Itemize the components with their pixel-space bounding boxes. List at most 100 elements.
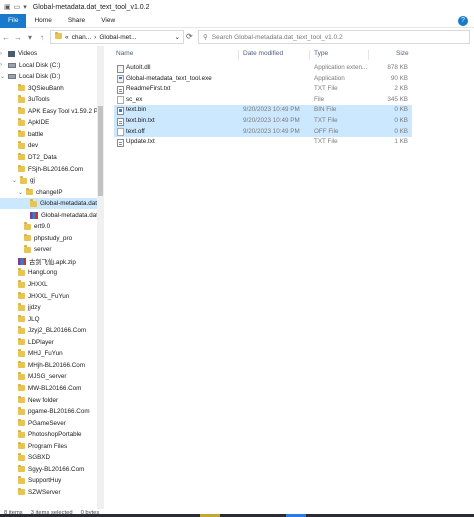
column-divider[interactable] bbox=[309, 50, 310, 60]
chevron-right-icon[interactable]: › bbox=[94, 34, 96, 41]
file-name: text.off bbox=[126, 127, 145, 135]
chevron-down-icon[interactable]: ▾ bbox=[23, 3, 27, 11]
nav-item[interactable]: Jzyj2_BL20166.Com bbox=[0, 325, 97, 336]
file-row[interactable]: text.bin.txt 9/20/2023 10:49 PM TXT File 0 … bbox=[114, 116, 412, 127]
back-icon[interactable]: ← bbox=[0, 33, 12, 42]
nav-item[interactable]: › Videos bbox=[0, 48, 97, 59]
nav-item-label: JHXXL bbox=[28, 281, 48, 288]
window-title: Global-metadata.dat_text_tool_v1.0.2 bbox=[32, 3, 150, 11]
tab-share[interactable]: Share bbox=[60, 14, 93, 28]
file-row[interactable]: AutoIt.dll Application exten... 878 KB bbox=[114, 63, 412, 74]
nav-item-label: MHjh-BL20166.Com bbox=[28, 361, 86, 369]
nav-item[interactable]: › Local Disk (C:) bbox=[0, 60, 97, 71]
nav-item[interactable]: ert9.0 bbox=[0, 221, 97, 232]
scrollbar-thumb[interactable] bbox=[98, 106, 103, 196]
nav-item[interactable]: ⌄ Local Disk (D:) bbox=[0, 71, 97, 82]
nav-item-label: Local Disk (D:) bbox=[19, 73, 61, 81]
file-size: 90 KB bbox=[390, 74, 408, 82]
nav-item[interactable]: APK Easy Tool v1.59.2 Por bbox=[0, 106, 104, 117]
nav-item[interactable]: JHXXL_FuYun bbox=[0, 291, 97, 302]
column-divider[interactable] bbox=[238, 50, 239, 60]
folder-icon bbox=[18, 441, 25, 450]
search-input[interactable]: ⚲ Search Global-metadata.dat_text_tool_v… bbox=[198, 30, 470, 44]
chevron-right-icon[interactable]: › bbox=[0, 51, 5, 57]
chevron-down-icon[interactable]: ⌄ bbox=[18, 189, 23, 196]
nav-item[interactable]: pgame-BL20166.Com bbox=[0, 406, 97, 417]
nav-item[interactable]: New folder bbox=[0, 395, 97, 406]
nav-item[interactable]: Program Files bbox=[0, 441, 97, 452]
file-row[interactable]: text.bin 9/20/2023 10:49 PM BIN File 0 KB bbox=[114, 105, 412, 116]
nav-item[interactable]: dev bbox=[0, 140, 97, 151]
address-field[interactable]: « chan... › Global-met... ⌄ bbox=[50, 30, 184, 44]
nav-item[interactable]: phpstudy_pro bbox=[0, 233, 97, 244]
breadcrumb-segment[interactable]: Global-met... bbox=[99, 34, 136, 41]
folder-icon bbox=[18, 464, 25, 473]
chevron-down-icon[interactable]: ⌄ bbox=[0, 73, 5, 80]
videos-icon bbox=[8, 50, 15, 57]
chevron-right-icon[interactable]: › bbox=[0, 62, 5, 68]
nav-item[interactable]: PGameSever bbox=[0, 418, 97, 429]
nav-item[interactable]: JHXXL bbox=[0, 279, 97, 290]
breadcrumb-overflow[interactable]: « bbox=[65, 34, 69, 41]
forward-icon[interactable]: → bbox=[12, 33, 24, 42]
nav-item[interactable]: 3QSieuBanh bbox=[0, 83, 97, 94]
column-header-size[interactable]: Size bbox=[396, 50, 409, 60]
file-row[interactable]: ReadmeFirst.txt TXT File 2 KB bbox=[114, 84, 412, 95]
nav-item-label: PGameSever bbox=[28, 419, 66, 427]
new-folder-icon[interactable]: ▭ bbox=[14, 3, 21, 11]
nav-item[interactable]: SupportHuy bbox=[0, 475, 97, 486]
nav-item[interactable]: ApkIDE bbox=[0, 117, 97, 128]
search-icon: ⚲ bbox=[203, 34, 208, 41]
nav-item[interactable]: Global-metadata.dat_t bbox=[0, 198, 102, 210]
chevron-down-icon[interactable]: ⌄ bbox=[12, 177, 17, 184]
tab-file[interactable]: File bbox=[0, 13, 27, 28]
properties-icon[interactable]: ▣ bbox=[4, 3, 11, 11]
nav-item[interactable]: SGBXD bbox=[0, 452, 97, 463]
disk-icon bbox=[8, 62, 16, 68]
nav-item[interactable]: PhotoshopPortable bbox=[0, 429, 97, 440]
nav-item-label: SupportHuy bbox=[28, 477, 62, 485]
help-icon[interactable]: ? bbox=[458, 16, 468, 26]
file-row[interactable]: Global-metadata_text_tool.exe Application… bbox=[114, 74, 412, 85]
nav-item[interactable]: MHjh-BL20166.Com bbox=[0, 360, 97, 371]
nav-scrollbar[interactable] bbox=[97, 46, 104, 509]
nav-item[interactable]: 3uTools bbox=[0, 94, 97, 105]
tab-view[interactable]: View bbox=[93, 14, 123, 28]
nav-item[interactable]: MW-BL20166.Com bbox=[0, 383, 97, 394]
column-header-type[interactable]: Type bbox=[314, 50, 328, 60]
txt-icon bbox=[117, 85, 124, 94]
column-header-name[interactable]: Name bbox=[116, 50, 133, 60]
nav-item[interactable]: 古剑飞仙.apk.zip bbox=[0, 256, 97, 267]
file-row[interactable]: text.off 9/20/2023 10:49 PM OFF File 0 KB bbox=[114, 126, 412, 138]
file-row[interactable]: sc_ex File 345 KB bbox=[114, 95, 412, 106]
nav-item[interactable]: jjdzy bbox=[0, 302, 97, 313]
nav-item[interactable]: JLQ bbox=[0, 314, 97, 325]
folder-icon bbox=[18, 326, 25, 334]
file-icon bbox=[117, 96, 124, 105]
nav-item[interactable]: battle bbox=[0, 129, 97, 140]
up-icon[interactable]: ↑ bbox=[36, 33, 48, 42]
nav-item[interactable]: Global-metadata.dat_t bbox=[0, 210, 103, 221]
file-date: 9/20/2023 10:49 PM bbox=[243, 127, 300, 135]
nav-item[interactable]: SZWServer bbox=[0, 487, 97, 498]
file-size: 345 KB bbox=[387, 95, 408, 103]
nav-item[interactable]: Sgyy-BL20166.Com bbox=[0, 464, 97, 475]
refresh-icon[interactable]: ⟳ bbox=[186, 30, 196, 44]
folder-icon bbox=[18, 349, 25, 357]
chevron-down-icon[interactable]: ⌄ bbox=[175, 33, 183, 41]
tab-home[interactable]: Home bbox=[26, 14, 59, 28]
nav-item[interactable]: DT2_Data bbox=[0, 152, 97, 163]
column-header-date[interactable]: Date modified bbox=[243, 50, 283, 60]
column-divider[interactable] bbox=[368, 50, 369, 60]
nav-item[interactable]: MHJ_FuYun bbox=[0, 348, 97, 359]
file-row[interactable]: Update.txt TXT File 1 KB bbox=[114, 137, 412, 148]
nav-item[interactable]: LDPlayer bbox=[0, 337, 97, 348]
breadcrumb-segment[interactable]: chan... bbox=[72, 34, 92, 41]
nav-item[interactable]: FSjh-BL20166.Com bbox=[0, 164, 97, 175]
nav-item[interactable]: HangLong bbox=[0, 267, 97, 278]
nav-item[interactable]: ⌄ gj bbox=[0, 175, 97, 186]
nav-item[interactable]: ⌄ changeIP bbox=[0, 187, 97, 198]
recent-locations-icon[interactable]: ▾ bbox=[24, 33, 36, 42]
nav-item[interactable]: server bbox=[0, 244, 97, 255]
nav-item[interactable]: MJSG_server bbox=[0, 371, 97, 382]
